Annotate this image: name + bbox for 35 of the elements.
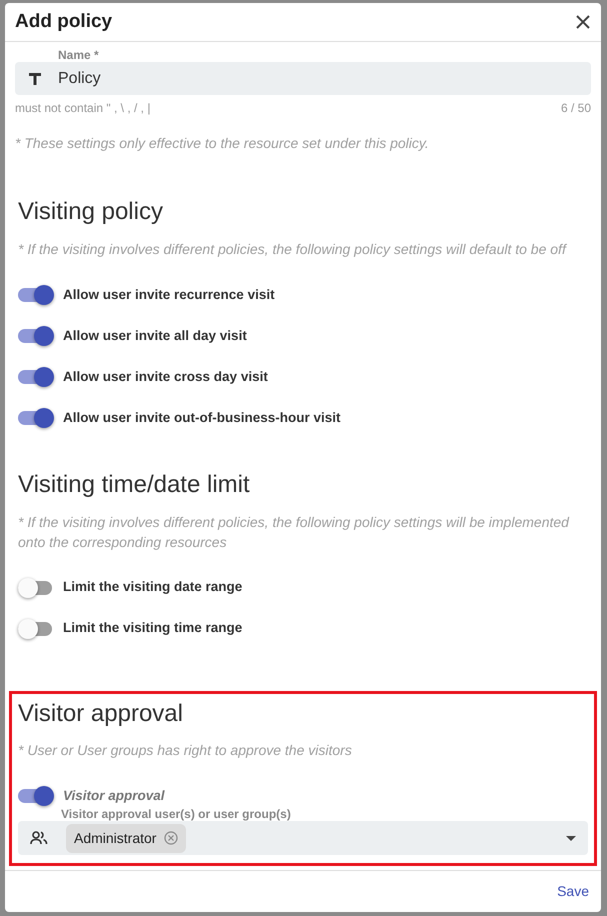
section-heading: Visitor approval bbox=[18, 700, 184, 728]
toggle-switch[interactable] bbox=[18, 326, 54, 346]
chip-label: Administrator bbox=[74, 828, 156, 848]
toggle-label: Visitor approval bbox=[63, 787, 165, 806]
user-group-select[interactable]: Administrator bbox=[18, 821, 588, 856]
field-label: Visitor approval user(s) or user group(s) bbox=[61, 807, 292, 822]
character-counter: 6 / 50 bbox=[560, 100, 591, 117]
close-button[interactable] bbox=[575, 14, 591, 30]
field-label: Name * bbox=[58, 48, 100, 62]
save-button[interactable]: Save bbox=[557, 881, 589, 902]
dropdown-caret-icon[interactable] bbox=[566, 836, 576, 841]
text-type-icon bbox=[28, 72, 42, 86]
settings-note: * These settings only effective to the resource set under this policy. bbox=[15, 134, 430, 153]
toggle-switch[interactable] bbox=[18, 284, 54, 305]
toggle-switch[interactable] bbox=[18, 366, 54, 387]
section-note: * If the visiting involves different policies, the following policy settings will be implemented onto the corresponding resources bbox=[18, 512, 570, 552]
toggle-switch[interactable] bbox=[18, 786, 54, 806]
dialog-title: Add policy bbox=[15, 10, 112, 34]
toggle-switch[interactable] bbox=[18, 578, 54, 598]
field-hint: must not contain " , \ , / , | bbox=[15, 100, 150, 117]
section-note: * If the visiting involves different policies, the following policy settings will default to be off bbox=[18, 240, 568, 259]
section-heading: Visiting policy bbox=[18, 198, 164, 227]
toggle-label: Allow user invite out-of-business-hour visit bbox=[63, 408, 341, 427]
name-field[interactable]: Policy bbox=[15, 62, 591, 95]
toggle-switch[interactable] bbox=[18, 408, 54, 428]
toggle-label: Allow user invite cross day visit bbox=[63, 368, 268, 386]
section-note: * User or User groups has right to approve the visitors bbox=[18, 741, 353, 760]
toggle-label: Limit the visiting time range bbox=[63, 619, 242, 638]
toggle-switch[interactable] bbox=[18, 618, 54, 639]
remove-chip-icon[interactable] bbox=[164, 831, 178, 846]
toggle-label: Allow user invite recurrence visit bbox=[63, 286, 275, 304]
group-icon bbox=[30, 831, 48, 846]
toggle-label: Limit the visiting date range bbox=[63, 578, 242, 596]
section-heading: Visiting time/date limit bbox=[18, 470, 251, 500]
toggle-label: Allow user invite all day visit bbox=[63, 326, 247, 345]
